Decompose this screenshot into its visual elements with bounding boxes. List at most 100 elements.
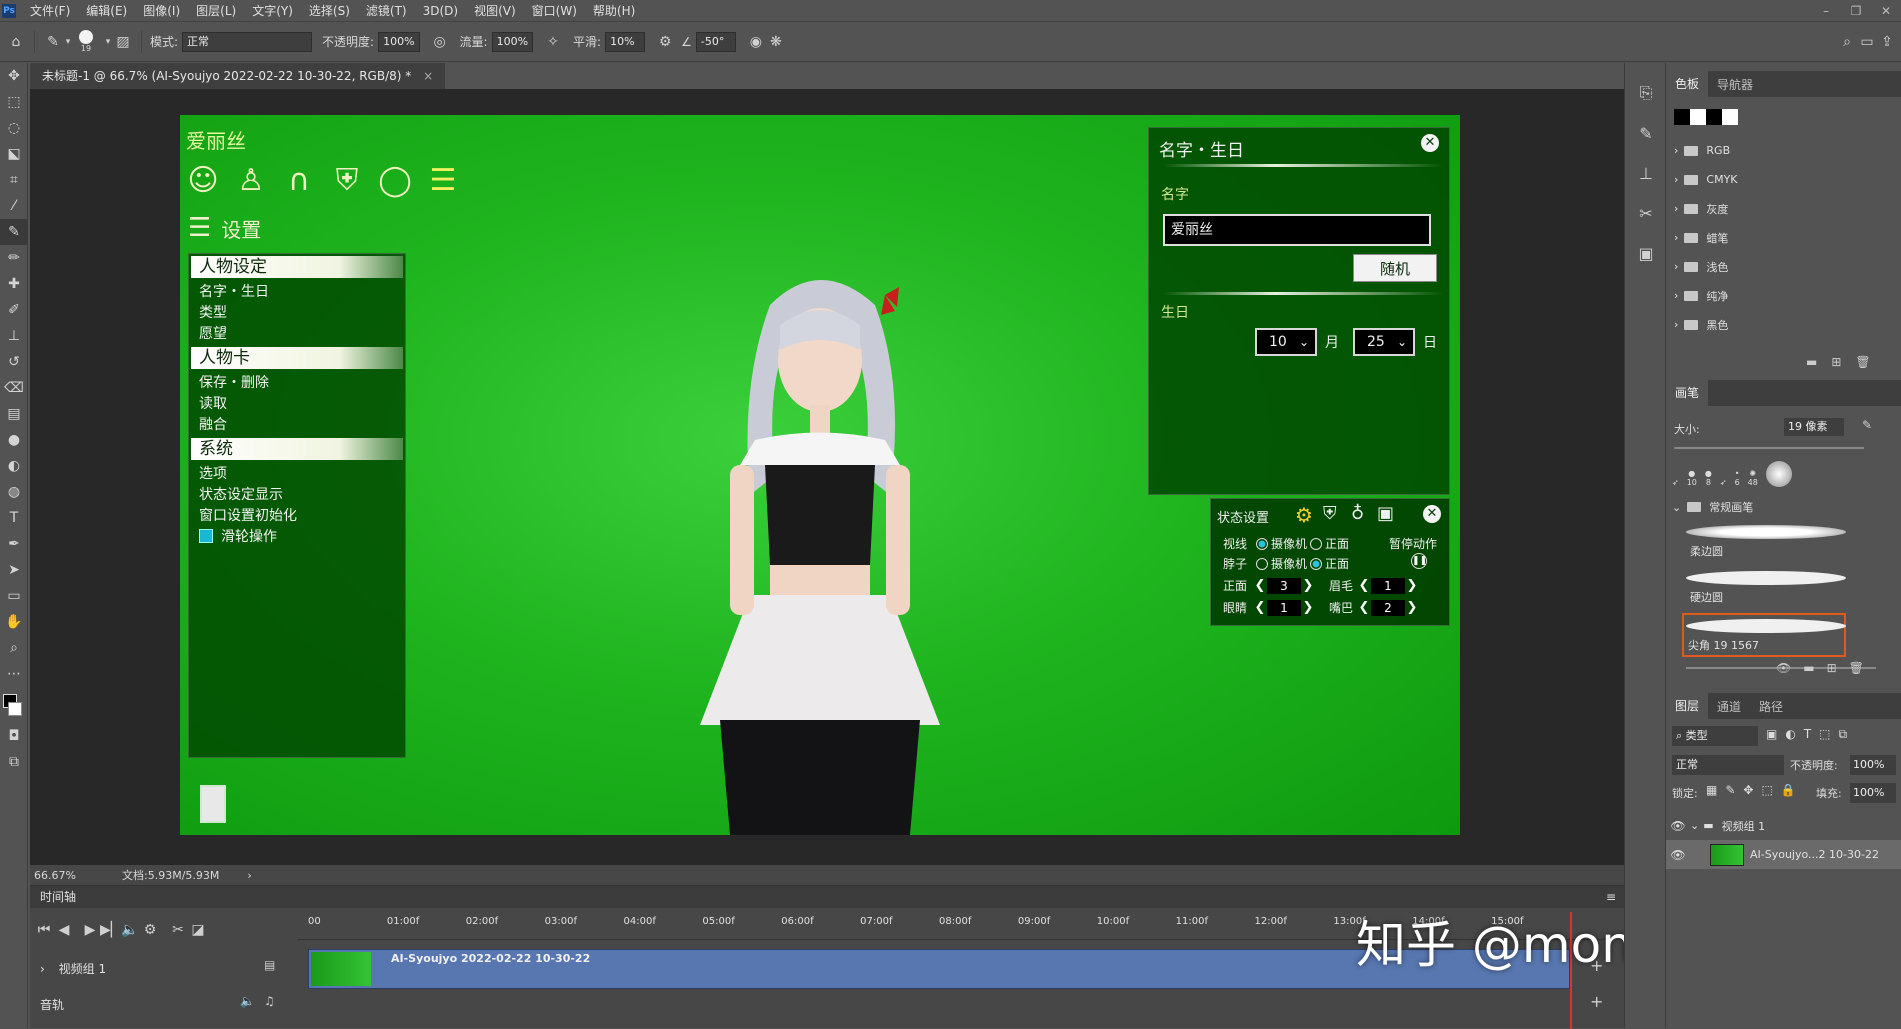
accessory-icon[interactable]: ◯ (376, 161, 414, 199)
chevron-right-icon[interactable]: › (247, 869, 251, 882)
swatch-group-cmyk[interactable]: › CMYK (1674, 165, 1738, 194)
volume-icon[interactable]: 🔈 (240, 994, 255, 1008)
path-select-tool-icon[interactable]: ➤ (0, 557, 28, 583)
swatch-white[interactable] (1722, 109, 1738, 125)
face-icon[interactable]: ☺ (184, 161, 222, 199)
game-image[interactable]: 爱丽丝 ☺ ♙ ∩ ⛨ ◯ ☰ ☰ 设置 人物设定 名字・生日 类型 愿望 人物… (180, 115, 1460, 835)
menu-window-reset[interactable]: 窗口设置初始化 (189, 506, 405, 527)
image-filter-icon[interactable]: ▣ (1766, 727, 1777, 742)
brush-soft-round[interactable]: 柔边圆 (1686, 521, 1846, 561)
healing-tool-icon[interactable]: ✚ (0, 271, 28, 297)
tab-paths[interactable]: 路径 (1750, 698, 1792, 715)
zoom-tool-icon[interactable]: ⌕ (0, 635, 28, 661)
neck-camera-radio[interactable] (1256, 557, 1269, 570)
close-tab-icon[interactable]: × (423, 69, 433, 83)
menu-select[interactable]: 选择(S) (301, 2, 358, 19)
swatch-white[interactable] (1690, 109, 1706, 125)
brush-size-field[interactable]: 19 像素 (1784, 418, 1844, 436)
type-tool-icon[interactable]: T (0, 505, 28, 531)
quick-mask-icon[interactable]: ◘ (0, 723, 28, 749)
menu-edit[interactable]: 编辑(E) (78, 2, 135, 19)
share-icon[interactable]: ⇪ (1877, 32, 1897, 52)
workspace-icon[interactable]: ▭ (1857, 32, 1877, 52)
opacity-field[interactable]: 100% (378, 31, 420, 52)
brush-group-general[interactable]: ⌄ 常规画笔 (1672, 499, 1753, 515)
lasso-tool-icon[interactable]: ◌ (0, 115, 28, 141)
mode-select[interactable]: 正常 (182, 31, 313, 52)
image-icon[interactable]: ▣ (1377, 503, 1394, 524)
brush-settings-icon[interactable]: ✎ (1625, 113, 1667, 153)
chevron-left-icon[interactable]: ❮ (1253, 600, 1267, 615)
shape-filter-icon[interactable]: ⬚ (1819, 727, 1830, 742)
body-icon[interactable]: ♙ (232, 161, 270, 199)
swatch-group-gray[interactable]: › 灰度 (1674, 194, 1728, 223)
gaze-front-radio[interactable] (1310, 537, 1323, 550)
swatch-group-dark[interactable]: › 黑色 (1674, 310, 1728, 339)
tools-icon[interactable]: ✂ (1625, 193, 1667, 233)
lock-all-icon[interactable]: 🔒 (1781, 783, 1796, 797)
brush-settings-icon[interactable]: ▨ (113, 32, 133, 52)
eye-icon[interactable]: 👁 (1666, 819, 1690, 833)
lock-artboard-icon[interactable]: ⬚ (1761, 783, 1772, 797)
brush-hard-round[interactable]: 硬边圆 (1686, 567, 1846, 607)
lock-transparency-icon[interactable]: ▦ (1706, 783, 1717, 797)
adjustment-filter-icon[interactable]: ◐ (1785, 727, 1795, 742)
first-frame-icon[interactable]: ⏮ (34, 920, 54, 940)
sponge-tool-icon[interactable]: ◍ (0, 479, 28, 505)
brush-edit-icon[interactable]: ✎ (1862, 418, 1872, 432)
film-icon[interactable]: ▤ (264, 958, 275, 972)
new-swatch-icon[interactable]: ⊞ (1831, 355, 1841, 369)
menu-wish[interactable]: 愿望 (189, 324, 405, 345)
chevron-right-icon[interactable]: › (40, 962, 45, 976)
lock-pixels-icon[interactable]: ✎ (1725, 783, 1735, 797)
new-brush-icon[interactable]: ⊞ (1827, 661, 1837, 675)
tab-navigator[interactable]: 导航器 (1708, 76, 1762, 93)
scissors-icon[interactable]: ✂ (168, 920, 188, 940)
pause-icon[interactable]: ❚❚ (1411, 553, 1427, 569)
brush-preset-6[interactable]: • 6 (1735, 469, 1740, 487)
brush-size-slider[interactable] (1674, 447, 1864, 449)
month-dropdown[interactable]: 10 ⌄ (1255, 328, 1317, 356)
chevron-down-icon[interactable]: ▾ (103, 32, 113, 52)
gear-icon[interactable]: ⚙ (140, 920, 160, 940)
menu-filter[interactable]: 滤镜(T) (358, 2, 415, 19)
menu-view[interactable]: 视图(V) (466, 2, 524, 19)
clothes-icon[interactable]: ⛨ (1323, 503, 1337, 524)
audio-icon[interactable]: 🔈 (120, 920, 140, 940)
brush-tool-icon[interactable]: ✎ (0, 219, 28, 245)
smart-filter-icon[interactable]: ⧉ (1839, 727, 1848, 742)
swatch-group-rgb[interactable]: › RGB (1674, 136, 1730, 165)
close-icon[interactable]: ✕ (1871, 0, 1901, 22)
swatch-group-pastel[interactable]: › 蜡笔 (1674, 223, 1728, 252)
rectangle-tool-icon[interactable]: ▭ (0, 583, 28, 609)
wheel-operation-toggle[interactable]: 滑轮操作 (189, 527, 405, 548)
menu-type[interactable]: 类型 (189, 303, 405, 324)
airbrush-icon[interactable]: ✧ (543, 32, 563, 52)
close-panel-icon[interactable]: ✕ (1423, 505, 1441, 523)
swatch-group-light[interactable]: › 浅色 (1674, 252, 1728, 281)
tab-brushes[interactable]: 画笔 (1666, 380, 1709, 406)
restore-icon[interactable]: ❐ (1841, 0, 1871, 22)
menu-save-delete[interactable]: 保存・删除 (189, 373, 405, 394)
brush-preset-icon[interactable]: ➶ (1672, 478, 1679, 487)
eye-icon[interactable]: 👁 (1776, 661, 1791, 675)
layer-filter-select[interactable]: ⌕ 类型 (1672, 726, 1758, 746)
menu-help[interactable]: 帮助(H) (585, 2, 643, 19)
day-dropdown[interactable]: 25 ⌄ (1353, 328, 1415, 356)
zoom-level[interactable]: 66.67% (34, 869, 114, 882)
gaze-camera-radio[interactable] (1256, 537, 1269, 550)
brush-preset-8[interactable]: ● 8 (1705, 469, 1712, 487)
home-icon[interactable]: ⌂ (6, 32, 26, 52)
layer-row[interactable]: 👁 AI-Syoujyo...2 10-30-22 (1666, 840, 1901, 869)
blur-tool-icon[interactable]: ● (0, 427, 28, 453)
fill-field[interactable]: 100% (1850, 783, 1896, 803)
next-frame-icon[interactable]: ▶▏ (100, 920, 122, 940)
dodge-tool-icon[interactable]: ◐ (0, 453, 28, 479)
exit-door-button[interactable] (200, 785, 226, 823)
type-filter-icon[interactable]: T (1804, 727, 1811, 742)
history-icon[interactable]: ⎘ (1625, 73, 1667, 113)
transition-icon[interactable]: ◪ (188, 920, 208, 940)
blend-mode-select[interactable]: 正常 (1672, 755, 1784, 775)
tab-swatches[interactable]: 色板 (1666, 71, 1709, 97)
checkbox[interactable] (199, 529, 213, 543)
